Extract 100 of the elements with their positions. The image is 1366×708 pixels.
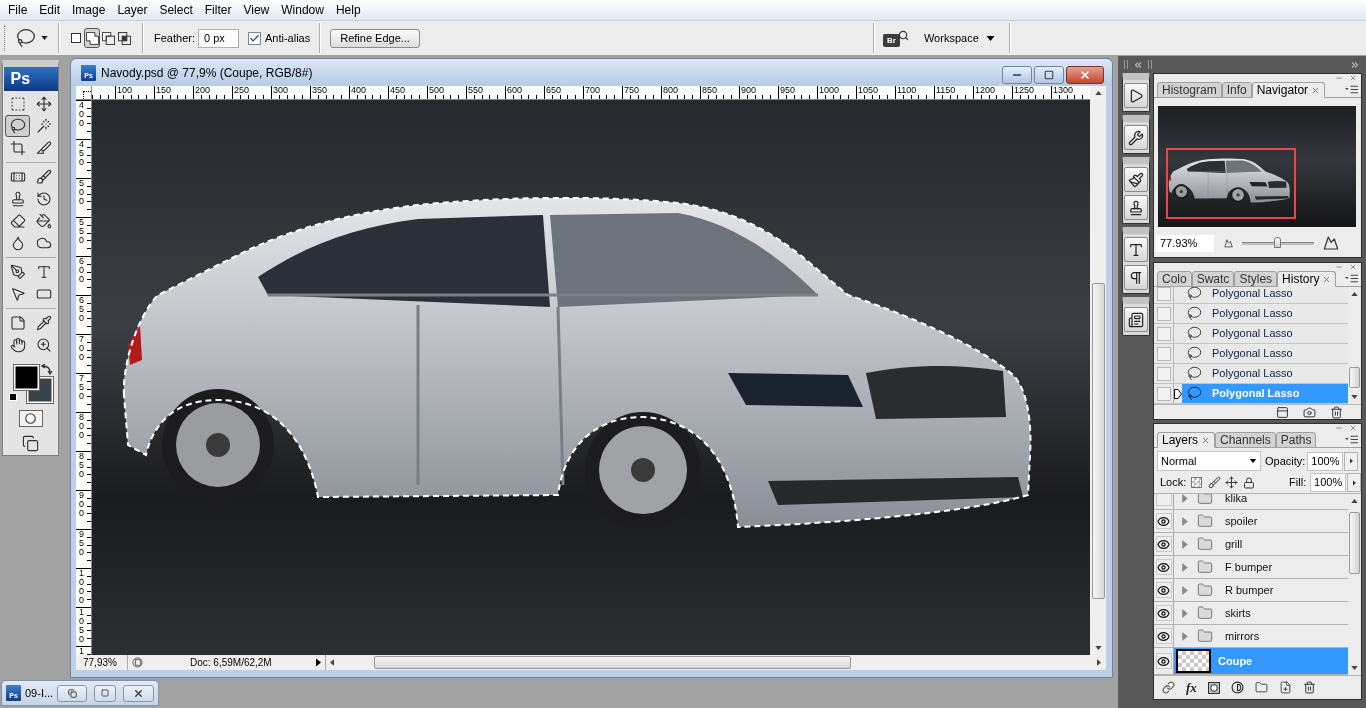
- panel-tab[interactable]: Styles: [1234, 271, 1278, 287]
- scroll-left-arrow-icon[interactable]: [330, 659, 334, 666]
- history-state[interactable]: Polygonal Lasso: [1182, 324, 1348, 343]
- panel-icon-button[interactable]: [1124, 83, 1148, 108]
- layer-row[interactable]: spoiler: [1174, 510, 1348, 532]
- visibility-box[interactable]: [1155, 559, 1172, 575]
- panel-menu-icon[interactable]: [1345, 274, 1358, 283]
- opacity-slider-button[interactable]: [1344, 451, 1359, 471]
- maximize-button[interactable]: [1034, 65, 1064, 84]
- visibility-box[interactable]: [1155, 628, 1172, 644]
- checkerboard-icon[interactable]: [1191, 477, 1203, 488]
- panel-menu-icon[interactable]: [1345, 435, 1358, 444]
- panel-tab[interactable]: Info: [1221, 82, 1252, 98]
- expand-triangle-icon[interactable]: [1182, 494, 1188, 503]
- menu-item[interactable]: Help: [329, 1, 367, 19]
- history-state[interactable]: Polygonal Lasso: [1182, 287, 1348, 303]
- layer-row[interactable]: skirts: [1174, 602, 1348, 624]
- half-circle-icon[interactable]: [1230, 681, 1244, 694]
- camera-icon[interactable]: [1303, 405, 1316, 419]
- menu-item[interactable]: Select: [153, 1, 199, 19]
- mask-icon[interactable]: [1207, 681, 1220, 694]
- panel-menu-icon[interactable]: [1345, 85, 1358, 94]
- history-state[interactable]: Polygonal Lasso: [1182, 304, 1348, 323]
- visibility-box[interactable]: [1155, 513, 1172, 529]
- scrollbar-thumb[interactable]: [1091, 283, 1105, 599]
- refine-edge-button[interactable]: Refine Edge...: [330, 28, 420, 48]
- history-state[interactable]: Polygonal Lasso: [1182, 344, 1348, 363]
- maximize-button[interactable]: [94, 684, 116, 702]
- view-area-frame[interactable]: [1166, 148, 1296, 219]
- scroll-down-arrow-icon[interactable]: [1351, 666, 1358, 670]
- scroll-up-arrow-icon[interactable]: [1094, 91, 1102, 95]
- close-icon[interactable]: [1311, 85, 1321, 95]
- trash-icon[interactable]: [1302, 681, 1316, 694]
- expand-triangle-icon[interactable]: [1182, 562, 1188, 572]
- menu-item[interactable]: View: [237, 1, 276, 19]
- scroll-down-arrow-icon[interactable]: [1094, 646, 1102, 650]
- panel-close-icon[interactable]: [1349, 73, 1357, 82]
- minimize-button[interactable]: [1002, 65, 1032, 84]
- window-icon[interactable]: [1276, 405, 1289, 419]
- zoom-field[interactable]: 77.93%: [1156, 234, 1214, 252]
- close-icon[interactable]: [1201, 435, 1211, 445]
- feather-field[interactable]: 0 px: [197, 28, 239, 48]
- scroll-up-arrow-icon[interactable]: [1351, 499, 1358, 503]
- tool-button[interactable]: [5, 115, 30, 137]
- opacity-field[interactable]: 100%: [1307, 451, 1344, 471]
- panel-tab[interactable]: Paths: [1275, 432, 1317, 448]
- panel-close-icon[interactable]: [1349, 423, 1357, 432]
- scroll-right-arrow-icon[interactable]: [1097, 659, 1101, 666]
- fill-slider-button[interactable]: [1347, 473, 1361, 492]
- link-icon[interactable]: [1162, 681, 1175, 694]
- bridge-button[interactable]: Br: [882, 34, 900, 47]
- mountain-small-icon[interactable]: [1224, 238, 1233, 248]
- panel-tab[interactable]: Histogram: [1157, 82, 1222, 98]
- layer-row[interactable]: R bumper: [1174, 579, 1348, 601]
- new-page-icon[interactable]: [1278, 681, 1292, 694]
- close-button[interactable]: [1066, 65, 1104, 84]
- move-icon[interactable]: [1225, 476, 1239, 489]
- layer-row[interactable]: klika: [1174, 494, 1348, 509]
- panel-icon-button[interactable]: [1124, 237, 1148, 262]
- close-button[interactable]: [123, 684, 154, 702]
- close-icon[interactable]: [1322, 274, 1332, 284]
- panel-icon-button[interactable]: [1124, 195, 1148, 220]
- panel-tab[interactable]: Layers: [1157, 432, 1216, 448]
- fill-field[interactable]: 100%: [1310, 473, 1347, 492]
- history-state[interactable]: Polygonal Lasso: [1182, 364, 1348, 383]
- panel-tab[interactable]: History: [1277, 271, 1337, 287]
- folder-icon[interactable]: [1254, 681, 1268, 694]
- layer-row[interactable]: mirrors: [1174, 625, 1348, 647]
- restore-button[interactable]: [57, 684, 87, 702]
- blend-mode-select[interactable]: Normal: [1157, 451, 1261, 471]
- anti-alias-checkbox[interactable]: [247, 31, 261, 45]
- brush-icon[interactable]: [1208, 476, 1222, 489]
- slider-thumb[interactable]: [1273, 236, 1281, 248]
- panel-icon-button[interactable]: [1124, 167, 1148, 192]
- zoom-level-field[interactable]: 77,93%: [76, 655, 128, 670]
- expand-triangle-icon[interactable]: [1182, 516, 1188, 526]
- layer-row[interactable]: F bumper: [1174, 556, 1348, 578]
- menu-item[interactable]: Layer: [111, 1, 154, 19]
- panel-icon-button[interactable]: [1124, 125, 1148, 150]
- fx-button[interactable]: fx: [1186, 681, 1197, 694]
- page-icon[interactable]: [132, 657, 143, 668]
- panel-icon-button[interactable]: [1124, 307, 1148, 332]
- lock-icon[interactable]: [1243, 476, 1256, 489]
- expand-triangle-icon[interactable]: [1182, 585, 1188, 595]
- scroll-up-arrow-icon[interactable]: [1351, 292, 1358, 296]
- panel-tab[interactable]: Swatc: [1191, 271, 1235, 287]
- visibility-box[interactable]: [1155, 536, 1172, 552]
- visibility-box[interactable]: [1155, 653, 1172, 669]
- menu-item[interactable]: Filter: [198, 1, 238, 19]
- menu-item[interactable]: Image: [66, 1, 112, 19]
- trash-icon[interactable]: [1330, 405, 1343, 419]
- panel-tab[interactable]: Colo: [1157, 271, 1192, 287]
- layer-row[interactable]: grill: [1174, 533, 1348, 555]
- panel-tab[interactable]: Navigator: [1251, 82, 1326, 98]
- menu-item[interactable]: Window: [275, 1, 330, 19]
- panel-tab[interactable]: Channels: [1215, 432, 1276, 448]
- panel-close-icon[interactable]: [1349, 262, 1357, 271]
- scrollbar-thumb[interactable]: [1349, 367, 1360, 388]
- expand-triangle-icon[interactable]: [1182, 631, 1188, 641]
- status-menu-arrow-icon[interactable]: [316, 658, 321, 667]
